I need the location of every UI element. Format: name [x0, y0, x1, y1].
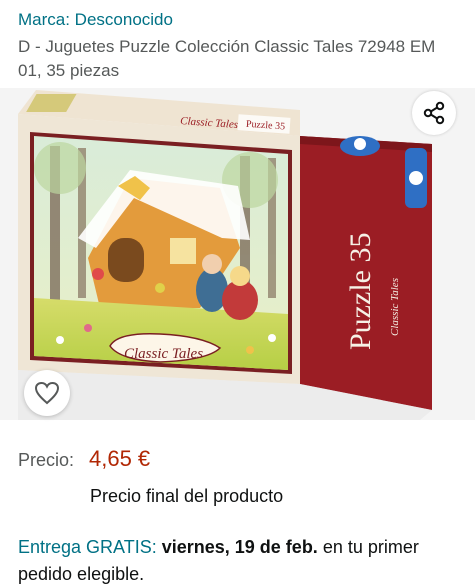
delivery-info: Entrega GRATIS: viernes, 19 de feb. en t… [18, 534, 463, 588]
svg-text:Classic Tales: Classic Tales [389, 278, 401, 336]
product-image-carousel[interactable]: Classic Tales Puzzle 35 Classic Tales Pu… [0, 88, 475, 420]
brand-link[interactable]: Marca: Desconocido [18, 10, 173, 30]
share-icon [423, 101, 445, 125]
heart-outline-icon [34, 381, 60, 405]
puzzle-count-text: Puzzle 35 [344, 233, 377, 350]
price-value: 4,65 € [89, 446, 151, 471]
product-title: D - Juguetes Puzzle Colección Classic Ta… [18, 37, 436, 80]
share-button[interactable] [412, 91, 456, 135]
delivery-date: viernes, 19 de feb. [161, 537, 318, 557]
free-delivery-link[interactable]: Entrega GRATIS: [18, 537, 157, 557]
wishlist-button[interactable] [24, 370, 70, 416]
price-note: Precio final del producto [90, 486, 284, 506]
product-image: Classic Tales Puzzle 35 Classic Tales Pu… [18, 90, 432, 420]
series-text: Classic Tales [124, 346, 203, 362]
price-label: Precio: [18, 450, 75, 470]
